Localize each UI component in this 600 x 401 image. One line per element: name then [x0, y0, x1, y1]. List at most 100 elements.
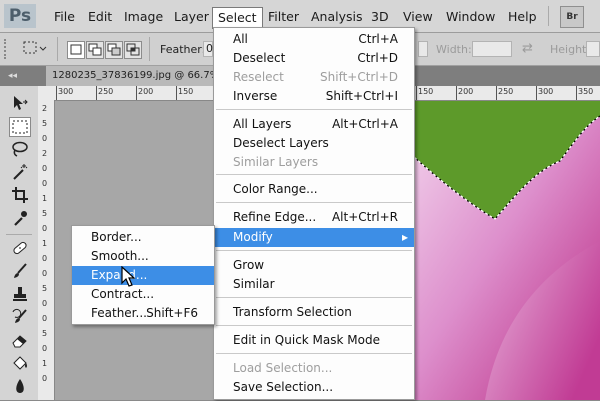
ruler-tick	[576, 86, 577, 100]
mouse-pointer-icon	[121, 265, 137, 288]
menu-item-save-selection[interactable]: Save Selection...	[214, 378, 414, 397]
ruler-tick-label: 200	[458, 87, 474, 96]
ruler-tick	[136, 86, 137, 100]
new-selection-button[interactable]	[67, 41, 85, 59]
ruler-tick-label: 5	[42, 329, 48, 338]
submenu-item-border[interactable]: Border...	[72, 228, 214, 247]
menubar-divider	[548, 6, 549, 26]
height-label: Height:	[550, 43, 591, 56]
menu-item-similar-layers: Similar Layers	[233, 155, 319, 169]
menu-item-deselect[interactable]: Deselect Ctrl+D	[214, 49, 414, 68]
menu-item-all[interactable]: All Ctrl+A	[214, 30, 414, 49]
menu-item-similar[interactable]: Similar	[214, 275, 414, 294]
menu-separator	[216, 174, 412, 175]
menu-item-load-selection: Load Selection...	[233, 361, 333, 375]
ruler-tick-label: 1	[42, 359, 48, 368]
swap-dimensions-icon[interactable]: ⇄	[522, 41, 533, 56]
brush-tool-icon[interactable]	[9, 262, 31, 282]
subtract-from-selection-button[interactable]	[105, 41, 123, 59]
ruler-tick-label: 0	[42, 224, 48, 233]
style-dropdown[interactable]	[418, 41, 428, 57]
ruler-tick-label: 2	[42, 104, 48, 113]
ruler-tick-label: 300	[58, 87, 74, 96]
menu-item-inverse[interactable]: Inverse Shift+Ctrl+I	[214, 87, 414, 106]
bridge-button[interactable]: Br	[560, 6, 584, 28]
blur-tool-icon[interactable]	[9, 377, 31, 397]
ruler-tick-label: 200	[138, 87, 154, 96]
menu-item-deselect-layers[interactable]: Deselect Layers	[214, 134, 414, 153]
ruler-tick-label: 0	[42, 269, 48, 278]
ruler-tick-label: 350	[578, 87, 594, 96]
menu-edit[interactable]: Edit	[86, 0, 114, 32]
submenu-item-expand[interactable]: Expand...	[72, 266, 214, 285]
clone-stamp-tool-icon[interactable]	[9, 285, 31, 305]
eraser-tool-icon[interactable]	[9, 331, 31, 351]
healing-brush-tool-icon[interactable]	[9, 239, 31, 259]
history-brush-tool-icon[interactable]	[9, 308, 31, 328]
menu-separator	[216, 325, 412, 326]
menu-separator	[216, 202, 412, 203]
submenu-arrow-icon: ▸	[401, 230, 408, 244]
menu-item-all-layers[interactable]: All Layers Alt+Ctrl+A	[214, 115, 414, 134]
menu-image[interactable]: Image	[122, 0, 165, 32]
ruler-tick	[456, 86, 457, 100]
toolbox	[0, 86, 39, 400]
panel-collapse-icon[interactable]: ◂◂	[8, 72, 32, 81]
submenu-item-feather[interactable]: Feather... Shift+F6	[72, 304, 214, 323]
feather-input[interactable]: 0	[203, 41, 213, 57]
width-label: Width:	[436, 43, 472, 56]
options-divider	[57, 37, 58, 61]
intersect-selection-button[interactable]	[124, 41, 142, 59]
ruler-tick-label: 0	[42, 344, 48, 353]
ruler-tick-label: 250	[498, 87, 514, 96]
menu-item-modify[interactable]: Modify ▸	[214, 228, 414, 247]
menu-item-reselect: Reselect Shift+Ctrl+D	[233, 70, 398, 84]
ruler-tick-label: 150	[418, 87, 434, 96]
lasso-tool-icon[interactable]	[9, 140, 31, 160]
menu-file[interactable]: File	[52, 0, 77, 32]
marquee-preset-icon[interactable]	[22, 40, 47, 56]
menu-item-color-range[interactable]: Color Range...	[214, 180, 414, 199]
ruler-tick	[96, 86, 97, 100]
menu-separator	[216, 353, 412, 354]
options-grip	[4, 39, 16, 59]
submenu-item-contract[interactable]: Contract...	[72, 285, 214, 304]
ruler-tick-label: 0	[42, 299, 48, 308]
ruler-tick-label: 0	[42, 164, 48, 173]
rectangular-marquee-tool-icon[interactable]	[9, 117, 31, 137]
menu-separator	[216, 297, 412, 298]
ruler-tick-label: 5	[42, 209, 48, 218]
width-input[interactable]	[472, 41, 512, 57]
eyedropper-tool-icon[interactable]	[9, 209, 31, 229]
menu-select[interactable]: Select	[212, 7, 263, 29]
ruler-tick-label: 5	[42, 119, 48, 128]
ruler-tick-label: 0	[42, 374, 48, 383]
add-to-selection-button[interactable]	[86, 41, 104, 59]
ruler-tick-label: 1	[42, 194, 48, 203]
menu-help[interactable]: Help	[506, 0, 539, 32]
menu-item-transform-selection[interactable]: Transform Selection	[214, 303, 414, 322]
submenu-item-smooth[interactable]: Smooth...	[72, 247, 214, 266]
ruler-tick-label: 300	[538, 87, 554, 96]
document-tab[interactable]: 1280235_37836199.jpg @ 66.7%	[46, 66, 226, 86]
move-tool-icon[interactable]	[9, 94, 31, 114]
menu-item-grow[interactable]: Grow	[214, 256, 414, 275]
ruler-tick-label: 250	[98, 87, 114, 96]
menu-window[interactable]: Window	[444, 0, 497, 32]
feather-label: Feather:	[160, 43, 206, 56]
paint-bucket-tool-icon[interactable]	[9, 354, 31, 374]
vertical-ruler: 2 5 0 2 0 0 1 5 0 1 0 0 5 0 0 5 0 1 0	[38, 100, 55, 400]
ruler-tick-label: 0	[42, 314, 48, 323]
select-menu: All Ctrl+A Deselect Ctrl+D Reselect Shift+C…	[213, 27, 415, 400]
height-input[interactable]	[586, 41, 600, 57]
crop-tool-icon[interactable]	[9, 186, 31, 206]
ruler-tick-label: 1	[42, 239, 48, 248]
magic-wand-tool-icon[interactable]	[9, 163, 31, 183]
menu-layer[interactable]: Layer	[172, 0, 211, 32]
photoshop-logo-icon: Ps	[4, 4, 36, 28]
ruler-tick-label: 2	[42, 149, 48, 158]
ruler-tick-label: 0	[42, 254, 48, 263]
menu-item-quick-mask[interactable]: Edit in Quick Mask Mode	[214, 331, 414, 350]
menu-item-refine-edge[interactable]: Refine Edge... Alt+Ctrl+R	[214, 208, 414, 227]
ruler-tick	[56, 86, 57, 100]
